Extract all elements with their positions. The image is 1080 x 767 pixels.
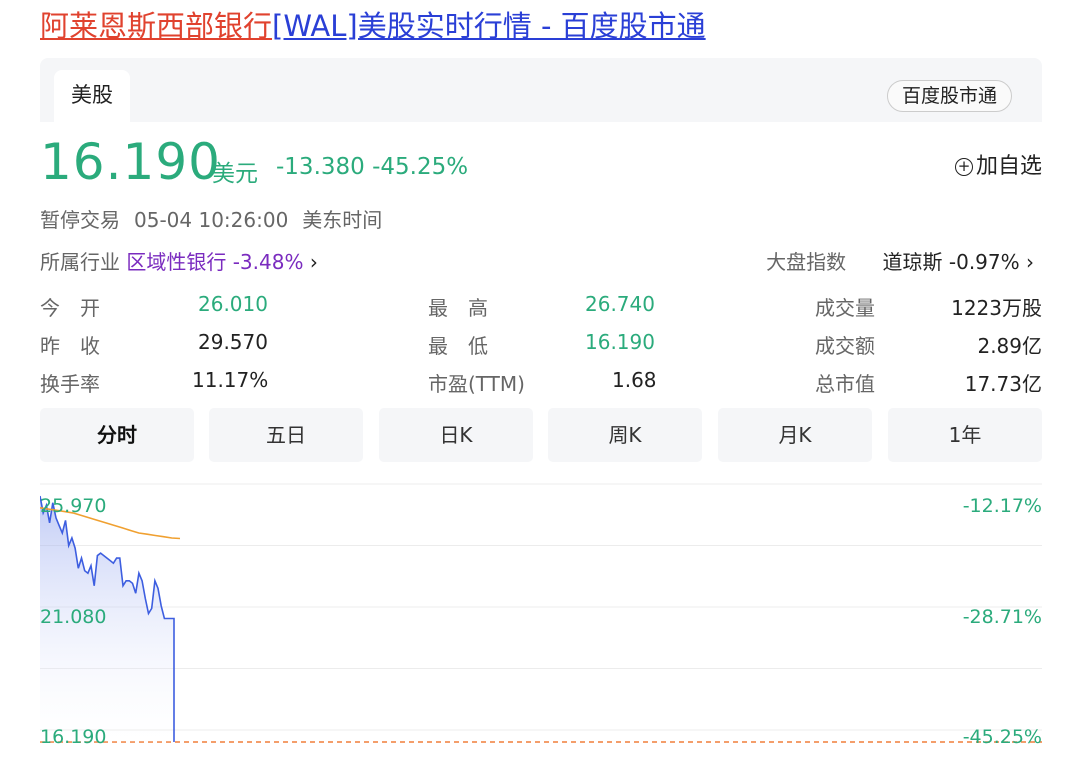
stat-label-prev-close: 昨 收 <box>40 334 100 358</box>
industry-pct: -3.48% <box>232 250 304 274</box>
tab-bar: 美股 百度股市通 <box>40 58 1042 122</box>
stat-value-pe: 1.68 <box>612 368 657 392</box>
index-name: 道琼斯 <box>882 250 943 274</box>
current-price: 16.190 <box>40 133 221 191</box>
y-label-right-mid: -28.71% <box>962 606 1042 628</box>
y-label-right-top: -12.17% <box>962 495 1042 517</box>
index-link[interactable]: 大盘指数 道琼斯 -0.97% › <box>766 246 1034 275</box>
tab-daily-k[interactable]: 日K <box>379 408 533 462</box>
y-label-left-top: 25.970 <box>40 495 107 517</box>
index-pct: -0.97% <box>948 250 1020 274</box>
page-title[interactable]: 阿莱恩斯西部银行[WAL]美股实时行情 - 百度股市通 <box>40 4 706 48</box>
index-label: 大盘指数 <box>766 250 847 274</box>
status-time: 05-04 10:26:00 <box>134 208 289 232</box>
stat-label-low: 最 低 <box>428 334 488 358</box>
stat-value-prev-close: 29.570 <box>198 330 268 354</box>
favorite-label: 加自选 <box>975 154 1042 179</box>
stat-value-volume: 1223万股 <box>951 296 1042 320</box>
stat-label-pe: 市盈(TTM) <box>428 372 525 396</box>
stock-card: 美股 百度股市通 16.190 美元 -13.380 -45.25% + 加自选 … <box>39 58 1042 763</box>
stat-value-high: 26.740 <box>585 292 655 316</box>
change-percent: -45.25% <box>372 154 469 180</box>
stat-value-low: 16.190 <box>585 330 655 354</box>
stat-label-turnover-rate: 换手率 <box>40 372 100 396</box>
industry-name: 区域性银行 <box>126 250 227 274</box>
tab-weekly-k[interactable]: 周K <box>548 408 702 462</box>
chevron-right-icon: › <box>1026 250 1034 274</box>
tab-one-year[interactable]: 1年 <box>888 408 1042 462</box>
status-zone: 美东时间 <box>302 208 383 232</box>
intraday-chart[interactable]: 25.970 21.080 16.190 -12.17% -28.71% -45… <box>39 480 1042 763</box>
industry-link[interactable]: 所属行业 区域性银行 -3.48% › <box>40 246 318 275</box>
add-favorite-button[interactable]: + 加自选 <box>954 148 1042 180</box>
stat-label-turnover-amount: 成交额 <box>815 334 875 358</box>
y-label-left-bottom: 16.190 <box>40 726 107 748</box>
price-change: -13.380 -45.25% <box>276 154 468 180</box>
price-row: 16.190 美元 -13.380 -45.25% + 加自选 <box>40 132 1042 192</box>
industry-label: 所属行业 <box>40 250 120 274</box>
chevron-right-icon: › <box>309 250 318 274</box>
stat-label-high: 最 高 <box>428 296 488 320</box>
stat-label-open: 今 开 <box>40 296 100 320</box>
tab-intraday[interactable]: 分时 <box>40 408 194 462</box>
chart-tabs: 分时 五日 日K 周K 月K 1年 <box>40 408 1042 462</box>
y-label-right-bottom: -45.25% <box>962 726 1042 748</box>
stat-value-turnover-rate: 11.17% <box>192 368 269 392</box>
trade-status: 暂停交易 05-04 10:26:00 美东时间 <box>40 204 396 233</box>
chart-svg <box>39 483 1042 743</box>
stat-value-turnover-amount: 2.89亿 <box>977 334 1042 358</box>
currency: 美元 <box>212 161 258 187</box>
stat-label-market-cap: 总市值 <box>815 372 875 396</box>
change-value: -13.380 <box>276 154 365 180</box>
source-pill[interactable]: 百度股市通 <box>886 80 1012 112</box>
status-state: 暂停交易 <box>40 208 120 232</box>
stat-value-market-cap: 17.73亿 <box>964 372 1042 396</box>
stat-label-volume: 成交量 <box>815 296 875 320</box>
stat-value-open: 26.010 <box>198 292 268 316</box>
title-rest[interactable]: [WAL]美股实时行情 - 百度股市通 <box>272 9 706 43</box>
tab-five-day[interactable]: 五日 <box>209 408 363 462</box>
title-company[interactable]: 阿莱恩斯西部银行 <box>40 9 272 43</box>
plus-circle-icon: + <box>954 158 973 176</box>
tab-monthly-k[interactable]: 月K <box>718 408 872 462</box>
tab-us-stock[interactable]: 美股 <box>54 70 130 122</box>
y-label-left-mid: 21.080 <box>40 606 107 628</box>
